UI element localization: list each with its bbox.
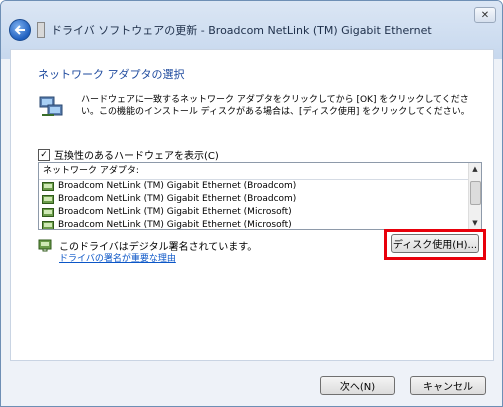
list-item-label: Broadcom NetLink (TM) Gigabit Ethernet (… [58, 181, 297, 191]
window-title: ドライバ ソフトウェアの更新 - Broadcom NetLink (TM) G… [51, 24, 432, 37]
list-item-label: Broadcom NetLink (TM) Gigabit Ethernet (… [58, 194, 297, 204]
list-scrollbar[interactable]: ▲ ▼ [468, 163, 481, 229]
compatible-hardware-toggle[interactable]: ✓ 互換性のあるハードウェアを表示(C) [38, 147, 219, 162]
list-item[interactable]: Broadcom NetLink (TM) Gigabit Ethernet (… [39, 180, 481, 193]
have-disk-button[interactable]: ディスク使用(H)... [391, 234, 479, 253]
compatible-hardware-label: 互換性のあるハードウェアを表示(C) [54, 151, 219, 162]
network-adapter-icon [39, 96, 63, 116]
list-header: ネットワーク アダプタ: [39, 163, 481, 180]
content-panel: ネットワーク アダプタの選択 ハードウェアに一致するネットワーク アダプタをクリ… [10, 49, 494, 361]
page-heading: ネットワーク アダプタの選択 [38, 68, 185, 81]
scroll-down-icon[interactable]: ▼ [469, 217, 481, 229]
adapter-item-icon [42, 208, 54, 217]
next-button[interactable]: 次へ(N) [320, 376, 395, 395]
driver-icon [37, 22, 45, 38]
certificate-icon [38, 239, 52, 252]
signing-info-link[interactable]: ドライバの署名が重要な理由 [59, 251, 176, 264]
list-item[interactable]: Broadcom NetLink (TM) Gigabit Ethernet (… [39, 193, 481, 206]
adapter-item-icon [42, 182, 54, 191]
close-icon: ✕ [480, 9, 490, 21]
cancel-button[interactable]: キャンセル [410, 376, 486, 395]
scroll-up-icon[interactable]: ▲ [469, 163, 481, 175]
driver-update-window: ドライバ ソフトウェアの更新 - Broadcom NetLink (TM) G… [0, 0, 503, 407]
back-button[interactable] [9, 19, 31, 41]
scroll-thumb[interactable] [470, 181, 481, 205]
adapter-item-icon [42, 195, 54, 204]
list-item-label: Broadcom NetLink (TM) Gigabit Ethernet (… [58, 207, 292, 217]
instructions-text: ハードウェアに一致するネットワーク アダプタをクリックしてから [OK] をクリ… [81, 95, 470, 117]
close-button[interactable]: ✕ [474, 7, 496, 23]
back-arrow-icon [14, 25, 25, 35]
adapter-listbox[interactable]: ネットワーク アダプタ: Broadcom NetLink (TM) Gigab… [38, 162, 482, 230]
list-item[interactable]: Broadcom NetLink (TM) Gigabit Ethernet (… [39, 206, 481, 219]
list-item-label: Broadcom NetLink (TM) Gigabit Ethernet (… [58, 220, 292, 230]
adapter-item-icon [42, 221, 54, 229]
compatible-hardware-checkbox[interactable]: ✓ [38, 148, 50, 161]
